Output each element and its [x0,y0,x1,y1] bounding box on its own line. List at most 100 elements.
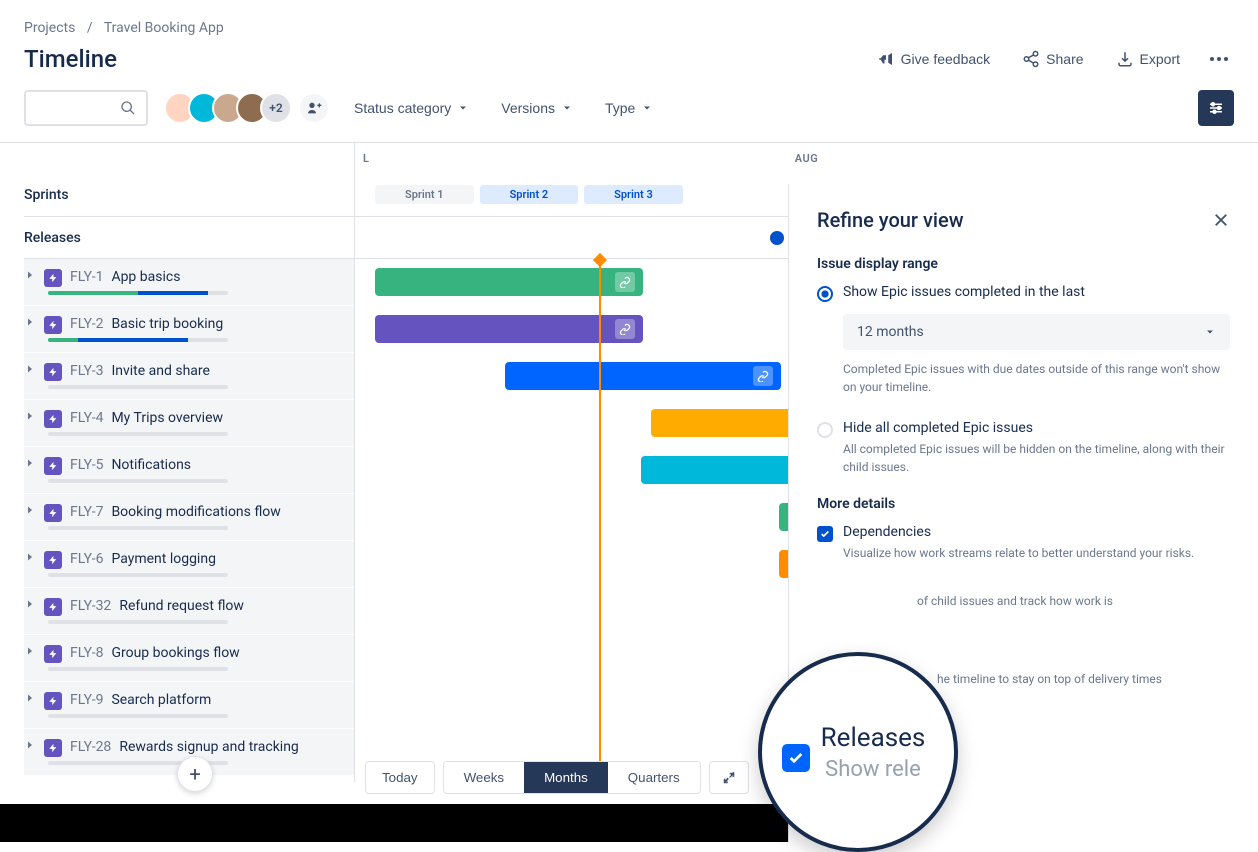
epic-key[interactable]: FLY-5 [70,457,103,473]
timeline-bar[interactable] [375,268,643,296]
link-icon[interactable] [615,272,635,292]
epic-title[interactable]: Rewards signup and tracking [119,739,298,755]
sprint-pill[interactable]: Sprint 1 [375,185,474,204]
epic-title[interactable]: Basic trip booking [111,316,223,332]
epic-key[interactable]: FLY-2 [70,316,103,332]
breadcrumb-root[interactable]: Projects [24,20,75,36]
release-marker[interactable] [770,231,784,245]
epic-row[interactable]: FLY-6 Payment logging [24,541,354,587]
expand-chevron-icon[interactable] [24,457,36,469]
epic-row[interactable]: FLY-7 Booking modifications flow [24,494,354,540]
epic-key[interactable]: FLY-8 [70,645,103,661]
epic-title[interactable]: Notifications [111,457,191,473]
help-text: Completed Epic issues with due dates out… [843,360,1230,396]
link-icon[interactable] [615,319,635,339]
type-filter[interactable]: Type [597,94,661,122]
epic-icon [44,551,62,569]
epic-key[interactable]: FLY-9 [70,692,103,708]
epic-key[interactable]: FLY-1 [70,269,103,285]
timeline-bar[interactable] [375,315,643,343]
close-panel-button[interactable] [1212,211,1230,229]
range-select[interactable]: 12 months [843,314,1230,350]
view-settings-button[interactable] [1198,90,1234,126]
avatar-overflow[interactable]: +2 [260,92,292,124]
expand-chevron-icon[interactable] [24,551,36,563]
help-text: he timeline to stay on top of delivery t… [937,670,1230,688]
epic-icon [44,645,62,663]
fullscreen-button[interactable] [709,761,749,794]
epic-title[interactable]: Refund request flow [119,598,244,614]
expand-chevron-icon[interactable] [24,504,36,516]
epic-title[interactable]: Group bookings flow [111,645,239,661]
progress-bar [48,667,228,671]
expand-chevron-icon[interactable] [24,598,36,610]
expand-chevron-icon[interactable] [24,692,36,704]
epic-title[interactable]: Search platform [111,692,211,708]
epic-row[interactable]: FLY-32 Refund request flow [24,588,354,634]
timeline-bar[interactable] [505,362,781,390]
chevron-down-icon [457,102,469,114]
epic-row[interactable]: FLY-5 Notifications [24,447,354,493]
more-menu-button[interactable] [1204,51,1234,67]
epic-row[interactable]: FLY-1 App basics [24,259,354,305]
epic-key[interactable]: FLY-28 [70,739,111,755]
epic-key[interactable]: FLY-7 [70,504,103,520]
quarters-button[interactable]: Quarters [608,762,700,793]
epic-row[interactable]: FLY-4 My Trips overview [24,400,354,446]
status-category-filter[interactable]: Status category [346,94,477,122]
expand-chevron-icon[interactable] [24,739,36,751]
add-people-button[interactable] [298,92,330,124]
epic-title[interactable]: Invite and share [111,363,210,379]
share-button[interactable]: Share [1014,44,1091,74]
epic-row[interactable]: FLY-9 Search platform [24,682,354,728]
today-indicator [599,259,601,776]
epic-icon [44,316,62,334]
chevron-down-icon [1204,326,1216,338]
expand-chevron-icon[interactable] [24,645,36,657]
months-button[interactable]: Months [524,762,608,793]
epic-title[interactable]: Booking modifications flow [111,504,280,520]
expand-chevron-icon[interactable] [24,363,36,375]
progress-bar [48,573,228,577]
epic-icon [44,739,62,757]
create-epic-button[interactable]: + [177,756,213,792]
search-icon [120,100,136,116]
sprint-pill[interactable]: Sprint 3 [584,185,683,204]
epic-row[interactable]: FLY-2 Basic trip booking [24,306,354,352]
today-button[interactable]: Today [365,761,435,794]
versions-filter[interactable]: Versions [493,94,581,122]
assignee-avatars[interactable]: +2 [164,92,330,124]
epic-icon [44,692,62,710]
checkbox-icon [782,744,810,772]
epic-key[interactable]: FLY-32 [70,598,111,614]
epic-key[interactable]: FLY-4 [70,410,103,426]
breadcrumb: Projects / Travel Booking App [24,20,1234,36]
export-button[interactable]: Export [1108,44,1188,74]
epic-title[interactable]: My Trips overview [111,410,223,426]
epic-key[interactable]: FLY-3 [70,363,103,379]
progress-bar [48,385,228,389]
help-text: of child issues and track how work is [917,592,1230,610]
sprint-pill[interactable]: Sprint 2 [480,185,579,204]
expand-chevron-icon[interactable] [24,316,36,328]
dependencies-checkbox[interactable]: Dependencies Visualize how work streams … [817,524,1230,562]
give-feedback-button[interactable]: Give feedback [869,44,999,74]
breadcrumb-current[interactable]: Travel Booking App [104,20,224,36]
link-icon[interactable] [753,366,773,386]
epic-row[interactable]: FLY-3 Invite and share [24,353,354,399]
search-input[interactable] [24,90,148,126]
epic-icon [44,269,62,287]
progress-bar [48,338,228,342]
radio-hide-completed[interactable]: Hide all completed Epic issues All compl… [817,420,1230,476]
epic-title[interactable]: App basics [111,269,180,285]
radio-show-completed[interactable]: Show Epic issues completed in the last [817,284,1230,302]
epic-row[interactable]: FLY-8 Group bookings flow [24,635,354,681]
month-header: L AUG [355,143,1258,173]
weeks-button[interactable]: Weeks [444,762,525,793]
epic-key[interactable]: FLY-6 [70,551,103,567]
panel-title: Refine your view [817,208,964,232]
share-icon [1022,50,1040,68]
expand-chevron-icon[interactable] [24,269,36,281]
expand-chevron-icon[interactable] [24,410,36,422]
epic-title[interactable]: Payment logging [111,551,216,567]
